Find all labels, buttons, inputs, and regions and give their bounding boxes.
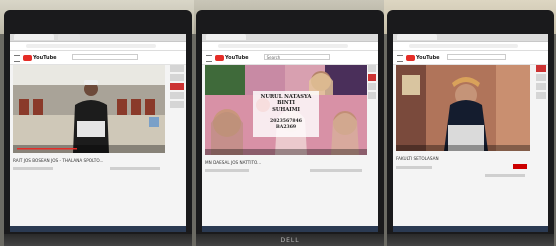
recommended-thumbnail[interactable] <box>536 92 546 99</box>
caption-line: BA2369 <box>275 125 297 130</box>
browser-tab-bar[interactable] <box>393 34 548 42</box>
browser-tab[interactable] <box>397 34 437 40</box>
recommended-thumbnail[interactable] <box>368 92 376 99</box>
search-input[interactable]: Search <box>263 54 331 60</box>
photo-panel-1: YouTube RAIT JOS BOSEAN JOS - THALANA SP… <box>0 0 196 246</box>
hamburger-menu-icon[interactable] <box>14 55 20 62</box>
like-dislike-bar[interactable] <box>485 174 525 177</box>
recommended-thumbnail[interactable] <box>368 83 376 90</box>
youtube-logo[interactable]: YouTube <box>215 54 249 61</box>
caption-line: 2023567846 <box>270 119 302 124</box>
address-bar[interactable] <box>393 42 548 51</box>
recommended-thumbnail[interactable] <box>368 65 376 72</box>
photo-panel-3: YouTube FAKULTI SETOLASAN <box>384 0 556 246</box>
video-title: RAIT JOS BOSEAN JOS - THALANA SPOLTO... <box>13 158 104 163</box>
youtube-header: YouTube <box>10 51 186 65</box>
recommended-thumbnail[interactable] <box>170 65 184 72</box>
recommended-thumbnail[interactable] <box>368 74 376 81</box>
recommended-thumbnail[interactable] <box>536 65 546 72</box>
recommended-thumbnail[interactable] <box>170 101 184 108</box>
caption-line: NURUL NATASYA BINTI <box>260 94 312 106</box>
taskbar[interactable] <box>393 226 548 232</box>
search-input[interactable] <box>447 54 507 60</box>
youtube-play-icon <box>406 54 415 61</box>
url-field[interactable] <box>409 44 518 48</box>
channel-info <box>396 166 432 169</box>
laptop-bezel-bottom: DELL <box>196 234 384 246</box>
laptop-bezel-bottom <box>4 234 192 246</box>
recommended-thumbnail[interactable] <box>536 83 546 90</box>
recommended-videos <box>368 65 376 101</box>
laptop-frame: YouTube FAKULTI SETOLASAN <box>387 10 554 246</box>
recommended-thumbnail[interactable] <box>170 74 184 81</box>
laptop-frame: YouTube RAIT JOS BOSEAN JOS - THALANA SP… <box>4 10 192 246</box>
browser-tab[interactable] <box>14 34 54 40</box>
subscribe-button[interactable] <box>513 164 527 169</box>
youtube-logo-text: YouTube <box>416 54 440 61</box>
youtube-logo[interactable]: YouTube <box>23 54 57 61</box>
youtube-logo-text: YouTube <box>225 54 249 61</box>
video-title: FAKULTI SETOLASAN <box>396 156 439 161</box>
video-title: MN DAESAL JOS NATTITO... <box>205 160 262 165</box>
laptop-screen: YouTube RAIT JOS BOSEAN JOS - THALANA SP… <box>10 34 186 232</box>
youtube-logo[interactable]: YouTube <box>406 54 440 61</box>
search-input[interactable] <box>71 54 139 60</box>
channel-info <box>205 169 249 172</box>
laptop-screen: YouTube FAKULTI SETOLASAN <box>393 34 548 232</box>
like-dislike-bar[interactable] <box>310 169 362 172</box>
laptop-bezel-bottom <box>387 234 554 246</box>
name-caption-card: NURUL NATASYA BINTI SUHAIMI 2023567846 B… <box>253 91 319 137</box>
address-bar[interactable] <box>10 42 186 51</box>
video-player[interactable] <box>396 65 530 151</box>
youtube-play-icon <box>215 54 224 61</box>
youtube-header: YouTube <box>393 51 548 65</box>
like-dislike-bar[interactable] <box>110 167 160 170</box>
laptop-screen: YouTube Search NURUL NATASYA BINTI SUHAI… <box>202 34 378 232</box>
address-bar[interactable] <box>202 42 378 51</box>
taskbar[interactable] <box>10 226 186 232</box>
recommended-thumbnail[interactable] <box>536 74 546 81</box>
photo-panel-2: YouTube Search NURUL NATASYA BINTI SUHAI… <box>194 0 386 246</box>
hamburger-menu-icon[interactable] <box>397 55 403 62</box>
recommended-thumbnail[interactable] <box>170 92 184 99</box>
recommended-thumbnail[interactable] <box>170 83 184 90</box>
youtube-play-icon <box>23 54 32 61</box>
browser-tab-bar[interactable] <box>202 34 378 42</box>
video-player[interactable]: NURUL NATASYA BINTI SUHAIMI 2023567846 B… <box>205 65 367 155</box>
hamburger-menu-icon[interactable] <box>206 55 212 62</box>
youtube-header: YouTube Search <box>202 51 378 65</box>
url-field[interactable] <box>218 44 348 48</box>
browser-tab-bar[interactable] <box>10 34 186 42</box>
video-frame-school-hall <box>13 65 165 153</box>
browser-tab[interactable] <box>206 34 246 40</box>
video-player[interactable] <box>13 65 165 153</box>
recommended-videos <box>170 65 184 110</box>
video-frame-bedroom <box>396 65 530 151</box>
url-field[interactable] <box>26 44 156 48</box>
recommended-videos <box>536 65 546 101</box>
browser-tab[interactable] <box>58 34 80 40</box>
caption-line: SUHAIMI <box>272 107 300 113</box>
laptop-brand-logo: DELL <box>280 237 300 244</box>
taskbar[interactable] <box>202 226 378 232</box>
youtube-logo-text: YouTube <box>33 54 57 61</box>
laptop-frame: YouTube Search NURUL NATASYA BINTI SUHAI… <box>196 10 384 246</box>
channel-info <box>13 167 53 170</box>
